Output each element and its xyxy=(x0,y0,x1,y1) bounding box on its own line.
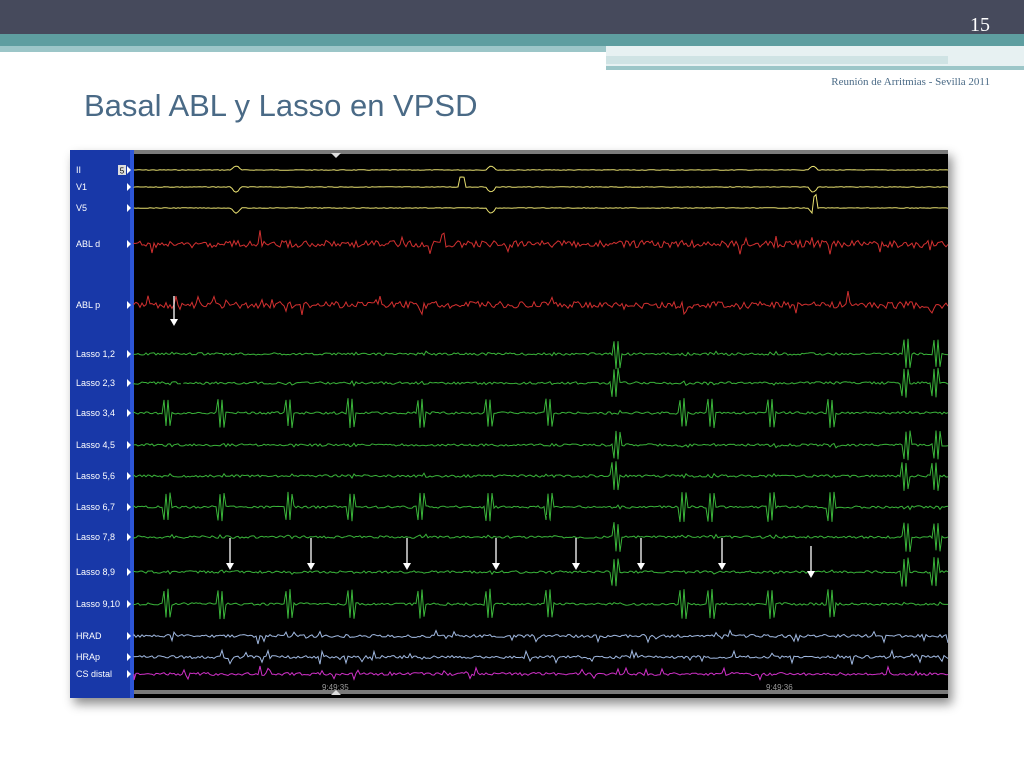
channel-label: Lasso 4,5 xyxy=(76,440,115,450)
channel-label: II xyxy=(76,165,81,175)
channel-label: Lasso 6,7 xyxy=(76,502,115,512)
channel-label: HRAp xyxy=(76,652,100,662)
timestamp-1: 9:49:35 xyxy=(322,683,349,692)
asterisk-2: * xyxy=(177,376,188,406)
channel-label: Lasso 1,2 xyxy=(76,349,115,359)
channel-label: V1 xyxy=(76,182,87,192)
accent-band xyxy=(0,34,1024,46)
channel-label-panel xyxy=(70,150,134,698)
channel-label: HRAD xyxy=(76,631,102,641)
slide-title: Basal ABL y Lasso en VPSD xyxy=(84,88,478,123)
asterisk-1: * xyxy=(180,330,191,360)
channel-label: Lasso 2,3 xyxy=(76,378,115,388)
channel-label: Lasso 9,10 xyxy=(76,599,120,609)
channel-label: ABL d xyxy=(76,239,100,249)
asterisk-3: * xyxy=(555,362,566,392)
timestamp-2: 9:49:36 xyxy=(766,683,793,692)
header-bar xyxy=(0,0,1024,34)
egm-svg: II V1 V5 ABL d ABL p Lasso 1,2 Lasso 2,3 Lasso … xyxy=(70,150,948,698)
asterisk-4: * xyxy=(258,580,269,610)
channel-label: CS distal xyxy=(76,669,112,679)
accent-band-bottom xyxy=(606,66,1024,70)
gain-badge-text: 5 xyxy=(120,167,125,176)
channel-label: Lasso 5,6 xyxy=(76,471,115,481)
trace-background xyxy=(70,150,948,698)
label-panel-edge xyxy=(130,150,134,698)
vena-label: vena xyxy=(546,507,594,532)
top-scroll-bar[interactable] xyxy=(134,150,948,154)
channel-label: Lasso 8,9 xyxy=(76,567,115,577)
accent-band-pale-inner xyxy=(606,56,948,64)
channel-label: ABL p xyxy=(76,300,100,310)
channel-label: V5 xyxy=(76,203,87,213)
auriculas-label: aurículas xyxy=(506,322,596,347)
channel-label: Lasso 3,4 xyxy=(76,408,115,418)
bottom-scroll-bar[interactable] xyxy=(134,690,948,694)
slide-number: 15 xyxy=(970,14,990,36)
egm-recording: II V1 V5 ABL d ABL p Lasso 1,2 Lasso 2,3 Lasso … xyxy=(70,150,948,698)
meeting-caption: Reunión de Arritmias - Sevilla 2011 xyxy=(831,76,990,88)
accent-band-light xyxy=(0,46,606,52)
channel-label: Lasso 7,8 xyxy=(76,532,115,542)
